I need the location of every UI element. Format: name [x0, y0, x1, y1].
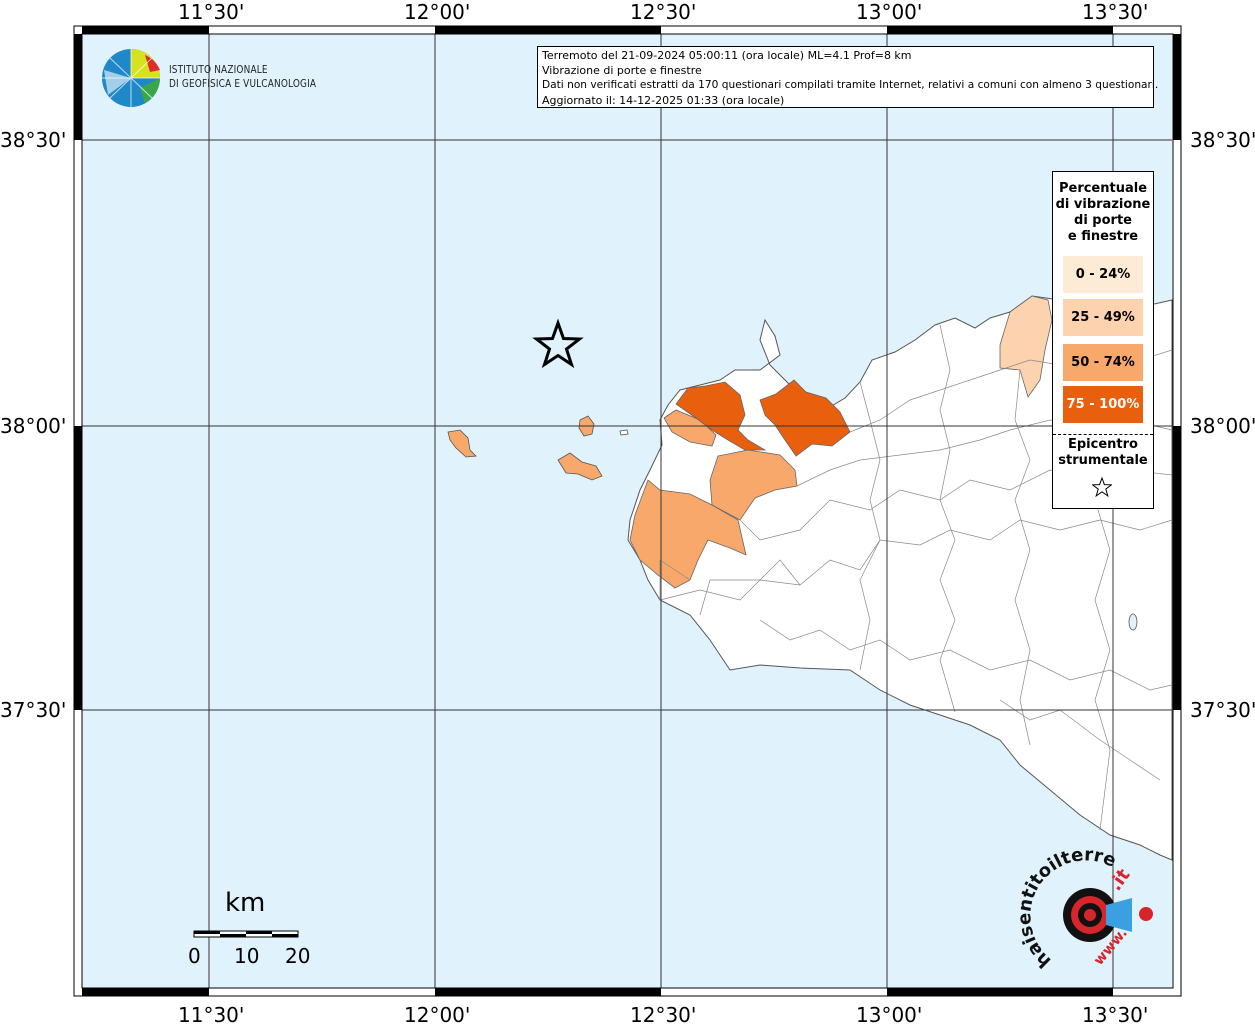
event-info-line3: Dati non verificati estratti da 170 ques…: [542, 79, 1159, 91]
scalebar-tick-10: 10: [234, 944, 260, 968]
legend-item-0-24: 0 - 24%: [1063, 256, 1143, 293]
lon-label-bottom-4: 13°00': [856, 1003, 923, 1027]
lon-label-bottom-3: 12°30': [630, 1003, 697, 1027]
lat-label-left-1: 38°30': [0, 128, 67, 152]
scalebar-unit: km: [225, 888, 266, 918]
scalebar-tick-0: 0: [188, 944, 201, 968]
legend-item-25-49: 25 - 49%: [1063, 299, 1143, 336]
legend-title: Percentuale di vibrazione di porte e fin…: [1053, 181, 1153, 245]
legend-item-50-74: 50 - 74%: [1063, 344, 1143, 381]
lat-label-right-3: 37°30': [1190, 698, 1255, 722]
lon-label-bottom-5: 13°30': [1082, 1003, 1149, 1027]
lon-label-bottom-2: 12°00': [404, 1003, 471, 1027]
event-info-line1: Terremoto del 21-09-2024 05:00:11 (ora l…: [542, 49, 912, 62]
scalebar-tick-20: 20: [285, 944, 311, 968]
ingv-logo-text: ISTITUTO NAZIONALE DI GEOFISICA E VULCAN…: [169, 63, 316, 91]
legend: Percentuale di vibrazione di porte e fin…: [1052, 171, 1154, 509]
lat-label-left-3: 37°30': [0, 698, 67, 722]
lat-label-right-1: 38°30': [1190, 128, 1255, 152]
lon-label-top-1: 11°30': [178, 0, 245, 24]
star-icon: [1092, 477, 1112, 497]
ingv-logo-line2: DI GEOFISICA E VULCANOLOGIA: [169, 78, 317, 90]
legend-title-line2: di vibrazione: [1055, 197, 1151, 212]
map-canvas: haisentitoilterremoto .it www.: [0, 0, 1182, 997]
legend-title-line3: di porte: [1074, 213, 1132, 228]
legend-title-line4: e finestre: [1067, 229, 1139, 244]
lat-label-right-2: 38°00': [1190, 414, 1255, 438]
ingv-logo-icon: [102, 49, 160, 107]
islet-formica: [619, 429, 629, 436]
legend-separator: [1053, 434, 1153, 435]
scale-bar: [193, 930, 299, 938]
legend-epicenter-line2: strumentale: [1058, 453, 1148, 468]
legend-title-line1: Percentuale: [1058, 181, 1148, 196]
event-info-line2: Vibrazione di porte e finestre: [542, 64, 702, 77]
legend-epicenter-line1: Epicentro: [1068, 437, 1138, 452]
legend-epicenter-label: Epicentro strumentale: [1053, 437, 1153, 469]
event-info-line4: Aggiornato il: 14-12-2025 01:33 (ora loc…: [542, 94, 785, 107]
lon-label-bottom-1: 11°30': [178, 1003, 245, 1027]
legend-item-75-100: 75 - 100%: [1063, 386, 1143, 423]
ingv-logo-line1: ISTITUTO NAZIONALE: [169, 64, 268, 76]
lon-label-top-3: 12°30': [630, 0, 697, 24]
lon-label-top-2: 12°00': [404, 0, 471, 24]
lon-label-top-5: 13°30': [1082, 0, 1149, 24]
lat-label-left-2: 38°00': [0, 414, 67, 438]
lake: [1128, 613, 1138, 631]
lon-label-top-4: 13°00': [856, 0, 923, 24]
event-info-box: Terremoto del 21-09-2024 05:00:11 (ora l…: [537, 46, 1159, 108]
